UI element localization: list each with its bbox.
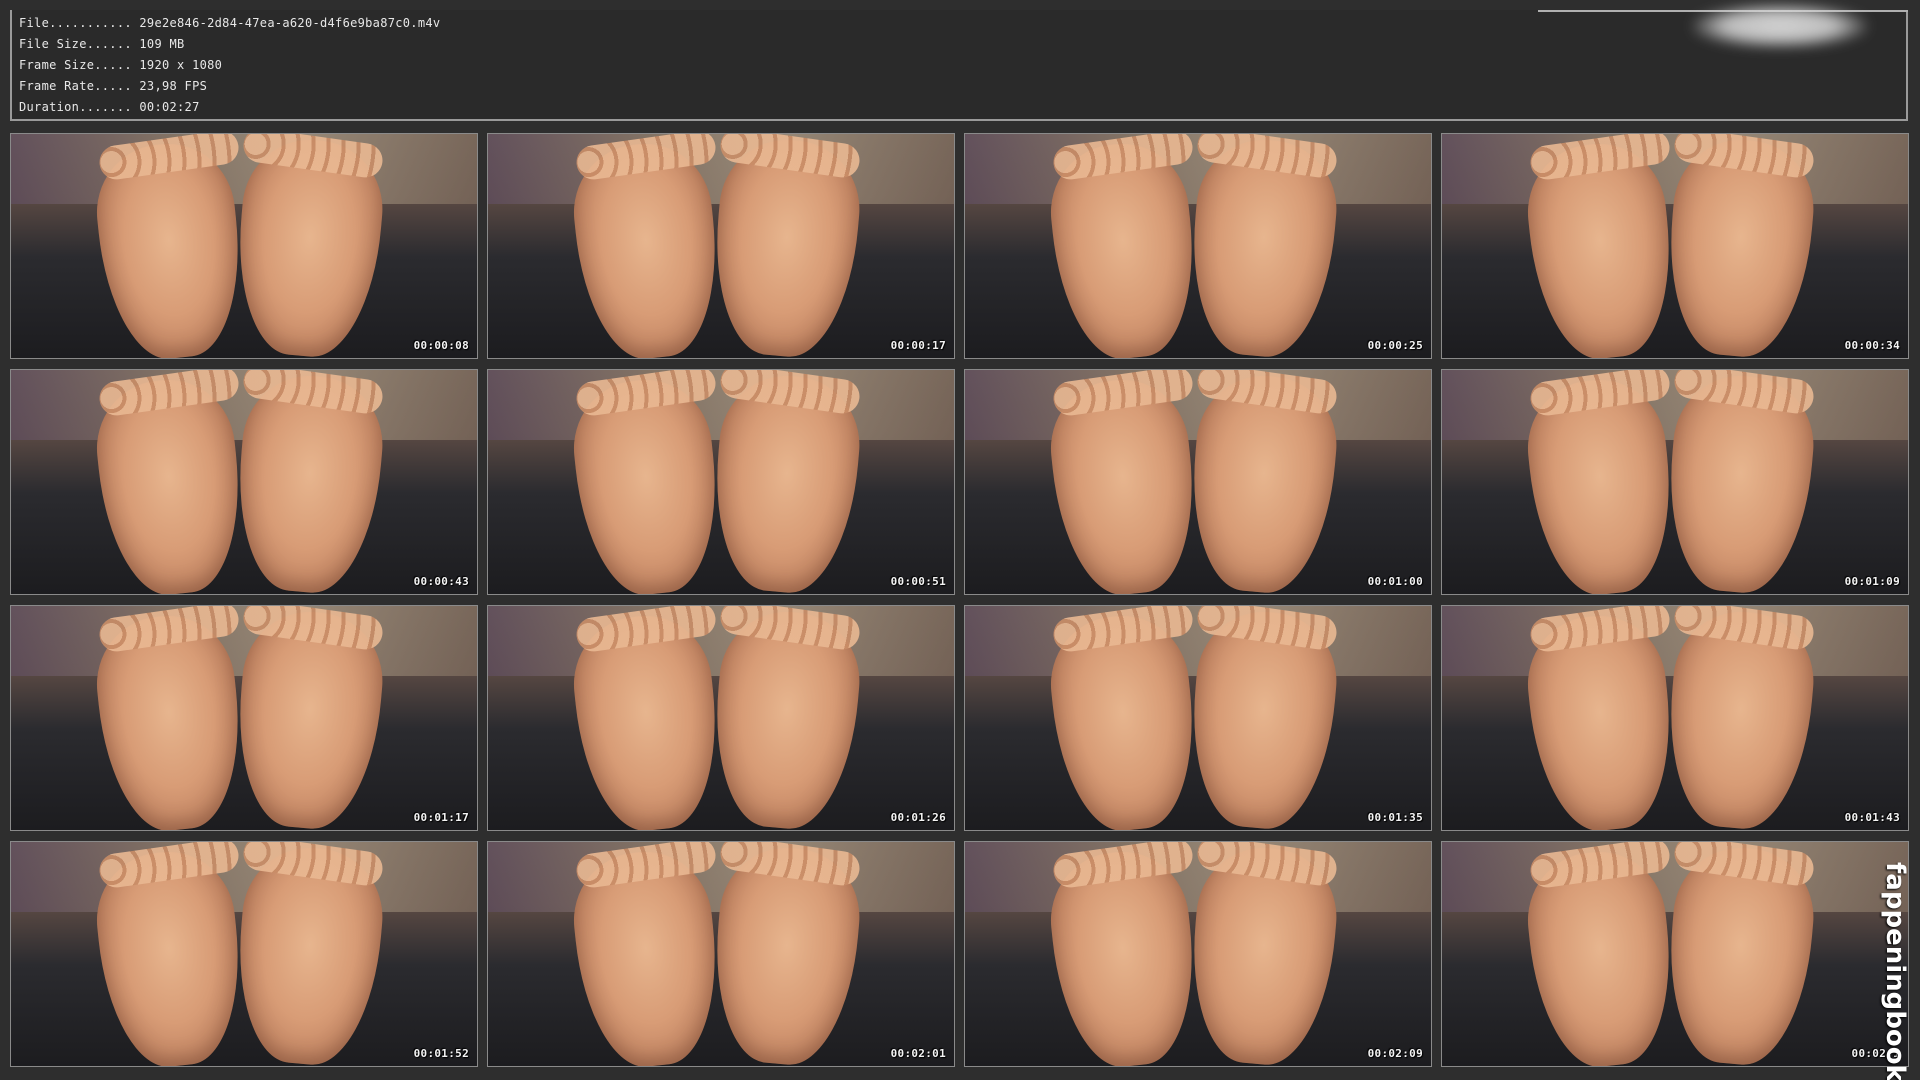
frame-size-row: Frame Size..... 1920 x 1080 — [19, 55, 222, 75]
video-thumbnail[interactable]: 00:00:51 — [487, 369, 955, 595]
video-thumbnail[interactable]: 00:00:34 — [1441, 133, 1909, 359]
duration-value: 00:02:27 — [139, 100, 200, 114]
frame-rate-label: Frame Rate..... — [19, 79, 132, 93]
file-size-row: File Size...... 109 MB — [19, 34, 185, 54]
file-name-label: File........... — [19, 16, 132, 30]
thumbnail-timestamp: 00:02:01 — [890, 1047, 946, 1060]
thumbnail-timestamp: 00:00:34 — [1844, 339, 1900, 352]
thumbnail-timestamp: 00:00:25 — [1367, 339, 1423, 352]
video-thumbnail[interactable]: 00:01:35 — [964, 605, 1432, 831]
file-name-value: 29e2e846-2d84-47ea-a620-d4f6e9ba87c0.m4v — [139, 16, 441, 30]
thumbnail-timestamp: 00:01:26 — [890, 811, 946, 824]
thumbnail-timestamp: 00:01:43 — [1844, 811, 1900, 824]
frame-rate-row: Frame Rate..... 23,98 FPS — [19, 76, 207, 96]
duration-row: Duration....... 00:02:27 — [19, 97, 200, 117]
thumbnail-timestamp: 00:00:08 — [413, 339, 469, 352]
file-size-label: File Size...... — [19, 37, 132, 51]
video-thumbnail[interactable]: 00:00:25 — [964, 133, 1432, 359]
thumbnail-timestamp: 00:01:17 — [413, 811, 469, 824]
video-thumbnail[interactable]: 00:00:08 — [10, 133, 478, 359]
video-thumbnail[interactable]: 00:01:52 — [10, 841, 478, 1067]
file-info-panel: File........... 29e2e846-2d84-47ea-a620-… — [10, 10, 1908, 121]
video-thumbnail[interactable]: 00:01:26 — [487, 605, 955, 831]
video-thumbnail[interactable]: 00:02:09 — [964, 841, 1432, 1067]
thumbnail-timestamp: 00:01:09 — [1844, 575, 1900, 588]
video-thumbnail[interactable]: 00:02:01 — [487, 841, 955, 1067]
video-thumbnail[interactable]: 00:00:17 — [487, 133, 955, 359]
thumbnail-timestamp: 00:02:09 — [1367, 1047, 1423, 1060]
thumbnail-timestamp: 00:01:00 — [1367, 575, 1423, 588]
blurred-logo — [1692, 4, 1868, 48]
watermark-text: fappeningbook.com — [1880, 862, 1910, 1080]
video-thumbnail[interactable]: 00:00:43 — [10, 369, 478, 595]
video-thumbnail[interactable]: 00:01:00 — [964, 369, 1432, 595]
thumbnail-timestamp: 00:00:17 — [890, 339, 946, 352]
frame-size-value: 1920 x 1080 — [139, 58, 223, 72]
file-name-row: File........... 29e2e846-2d84-47ea-a620-… — [19, 13, 440, 33]
video-thumbnail[interactable]: 00:01:17 — [10, 605, 478, 831]
video-thumbnail[interactable]: 00:01:43 — [1441, 605, 1909, 831]
video-thumbnail[interactable]: 00:02:1 — [1441, 841, 1909, 1067]
thumbnail-timestamp: 00:00:43 — [413, 575, 469, 588]
file-size-value: 109 MB — [139, 37, 185, 51]
video-thumbnail[interactable]: 00:01:09 — [1441, 369, 1909, 595]
duration-label: Duration....... — [19, 100, 132, 114]
thumbnail-timestamp: 00:00:51 — [890, 575, 946, 588]
thumbnail-timestamp: 00:01:52 — [413, 1047, 469, 1060]
frame-rate-value: 23,98 FPS — [139, 79, 208, 93]
thumbnail-timestamp: 00:01:35 — [1367, 811, 1423, 824]
frame-size-label: Frame Size..... — [19, 58, 132, 72]
contact-sheet: File........... 29e2e846-2d84-47ea-a620-… — [0, 0, 1920, 1080]
thumbnail-grid: 00:00:08 00:00:17 00:00:25 00:00:34 00:00:43… — [10, 133, 1909, 1067]
